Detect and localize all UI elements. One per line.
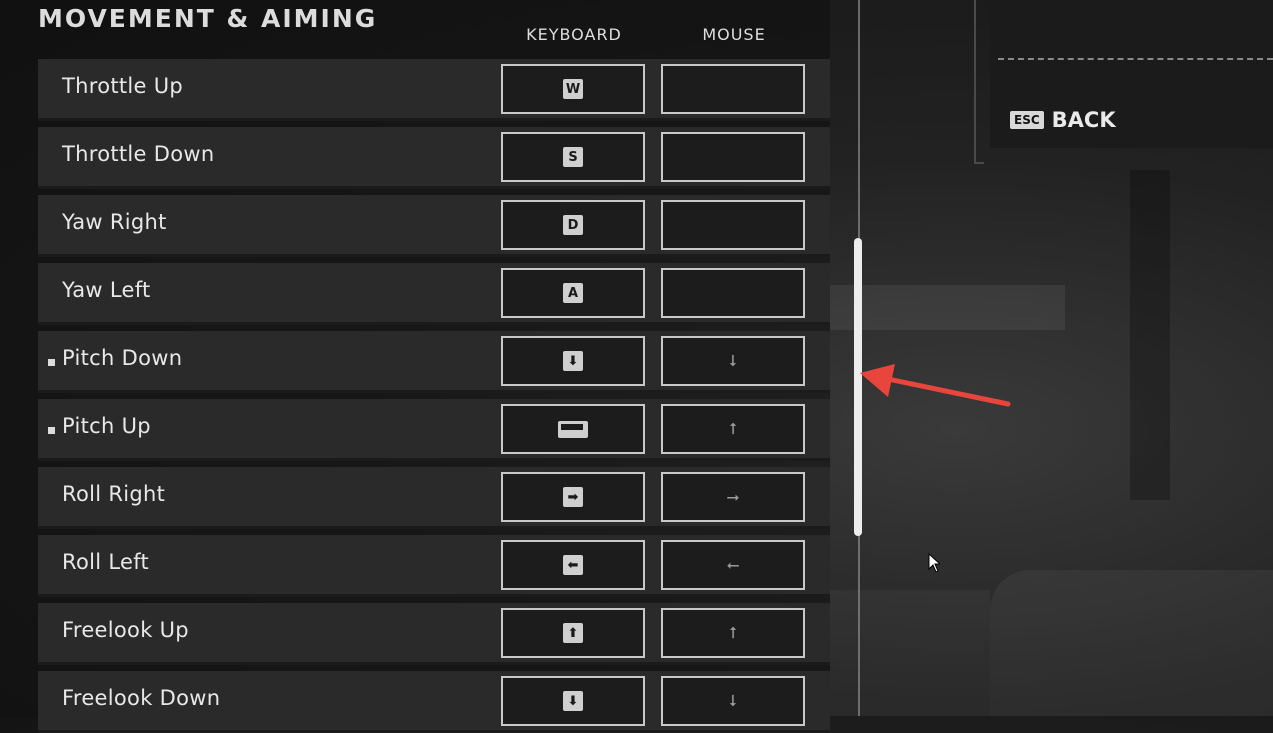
keyboard-binding-button[interactable]: A [501, 268, 645, 318]
back-label: BACK [1051, 108, 1116, 132]
up-arrow-key-icon: ⬆ [563, 623, 583, 643]
scrollbar-thumb[interactable] [854, 238, 862, 536]
keybind-row[interactable]: Throttle Down S [38, 127, 830, 189]
action-label: Roll Left [62, 550, 150, 574]
keybind-row[interactable]: Pitch Up ⭡ [38, 399, 830, 461]
key-cap: A [563, 283, 583, 303]
keyboard-binding-button[interactable]: W [501, 64, 645, 114]
action-label: Throttle Down [62, 142, 215, 166]
keyboard-binding-button[interactable]: D [501, 200, 645, 250]
keyboard-binding-button[interactable]: ➡ [501, 472, 645, 522]
mouse-binding-button[interactable]: ⭡ [661, 608, 805, 658]
down-arrow-key-icon: ⬇ [563, 691, 583, 711]
action-label: Pitch Up [62, 414, 151, 438]
left-arrow-key-icon: ⬅ [563, 555, 583, 575]
keybind-row[interactable]: Roll Left ⬅ ⭠ [38, 535, 830, 597]
action-label: Throttle Up [62, 74, 184, 98]
action-label: Pitch Down [62, 346, 183, 370]
annotation-arrow-icon [860, 364, 1011, 407]
action-label: Yaw Right [62, 210, 167, 234]
key-cap: D [563, 215, 583, 235]
mouse-binding-button[interactable] [661, 268, 805, 318]
background-shape [830, 590, 990, 716]
dashed-divider [998, 58, 1273, 60]
keybind-row[interactable]: Yaw Left A [38, 263, 830, 325]
key-cap: S [563, 147, 583, 167]
mouse-binding-button[interactable]: ⭣ [661, 676, 805, 726]
background-shape [830, 285, 1065, 330]
mouse-column-header: MOUSE [702, 25, 766, 44]
mouse-binding-button[interactable] [661, 64, 805, 114]
mouse-move-down-icon: ⭣ [729, 351, 737, 370]
keybind-row[interactable]: Freelook Down ⬇ ⭣ [38, 671, 830, 733]
keyboard-binding-button[interactable]: ⬅ [501, 540, 645, 590]
down-arrow-key-icon: ⬇ [563, 351, 583, 371]
spacebar-key-icon [558, 420, 588, 438]
panel-divider [974, 0, 984, 164]
keyboard-column-header: KEYBOARD [526, 25, 622, 44]
keyboard-binding-button[interactable] [501, 404, 645, 454]
mouse-move-left-icon: ⭠ [726, 555, 740, 574]
keybind-row[interactable]: Pitch Down ⬇ ⭣ [38, 331, 830, 393]
mouse-move-right-icon: ⭢ [726, 487, 740, 506]
keyboard-binding-button[interactable]: S [501, 132, 645, 182]
mouse-move-up-icon: ⭡ [729, 419, 737, 438]
mouse-cursor-icon [928, 553, 940, 573]
background-shape [1130, 170, 1170, 500]
mouse-binding-button[interactable] [661, 200, 805, 250]
mouse-binding-button[interactable]: ⭣ [661, 336, 805, 386]
action-label: Yaw Left [62, 278, 151, 302]
action-label: Freelook Down [62, 686, 221, 710]
background-shape [990, 570, 1273, 716]
keybind-row[interactable]: Yaw Right D [38, 195, 830, 257]
keyboard-binding-button[interactable]: ⬇ [501, 336, 645, 386]
key-cap: W [563, 79, 583, 99]
keyboard-binding-button[interactable]: ⬆ [501, 608, 645, 658]
section-title: MOVEMENT & AIMING [38, 4, 378, 33]
keybind-row[interactable]: Throttle Up W [38, 59, 830, 121]
mouse-binding-button[interactable]: ⭢ [661, 472, 805, 522]
mouse-move-up-icon: ⭡ [729, 623, 737, 642]
keybind-row[interactable]: Roll Right ➡ ⭢ [38, 467, 830, 529]
keybind-panel: MOVEMENT & AIMING KEYBOARD MOUSE Throttl… [0, 0, 830, 733]
keyboard-binding-button[interactable]: ⬇ [501, 676, 645, 726]
modified-marker [48, 359, 55, 366]
right-arrow-key-icon: ➡ [563, 487, 583, 507]
mouse-binding-button[interactable]: ⭠ [661, 540, 805, 590]
modified-marker [48, 427, 55, 434]
back-button[interactable]: ESC BACK [1010, 108, 1116, 132]
action-label: Freelook Up [62, 618, 189, 642]
keybind-row[interactable]: Freelook Up ⬆ ⭡ [38, 603, 830, 665]
mouse-binding-button[interactable] [661, 132, 805, 182]
action-label: Roll Right [62, 482, 166, 506]
mouse-move-down-icon: ⭣ [729, 691, 737, 710]
esc-key-icon: ESC [1010, 111, 1044, 129]
mouse-binding-button[interactable]: ⭡ [661, 404, 805, 454]
